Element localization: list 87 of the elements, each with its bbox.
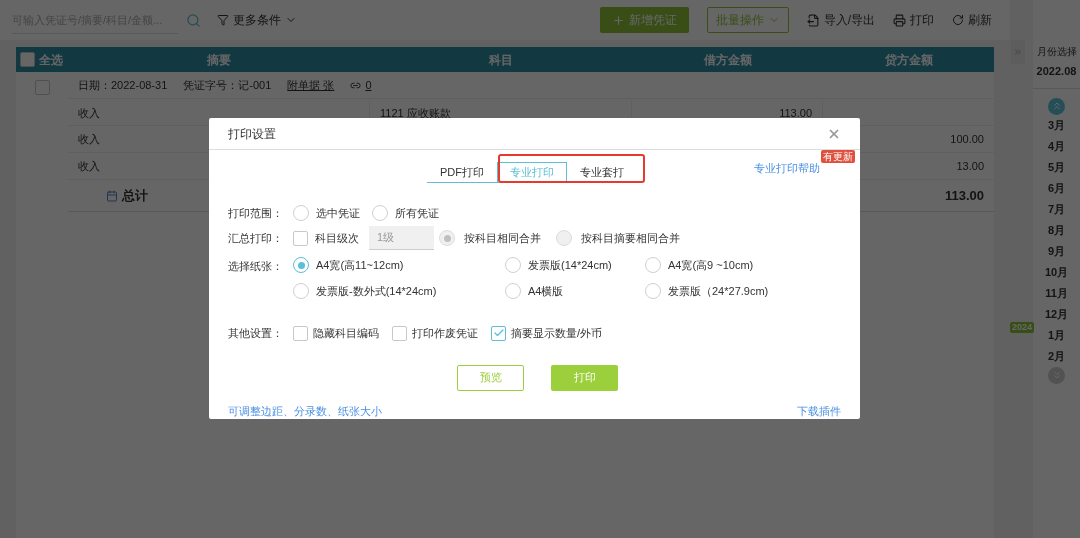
radio-button[interactable] xyxy=(293,205,309,221)
month-item[interactable]: 10月 xyxy=(1044,261,1069,283)
option-label: 摘要显示数量/外币 xyxy=(511,326,603,341)
help-link[interactable]: 专业打印帮助 xyxy=(754,160,820,177)
radio-button[interactable] xyxy=(505,282,521,299)
option-label: 隐藏科目编码 xyxy=(313,326,379,341)
radio-button[interactable] xyxy=(645,257,661,274)
option-label: 科目级次 xyxy=(315,230,359,246)
export-icon xyxy=(806,13,820,27)
option-label: A4横版 xyxy=(528,283,564,299)
option-label: 按科目相同合并 xyxy=(464,230,541,246)
checkbox[interactable] xyxy=(20,52,35,67)
field-label: 选择纸张： xyxy=(228,259,284,274)
option-label: A4宽(高9 ~10cm) xyxy=(668,258,754,273)
field-label: 汇总打印： xyxy=(228,230,284,246)
month-item[interactable]: 1月 xyxy=(1047,324,1066,346)
column-header: 科目 xyxy=(489,52,513,67)
total-credit: 113.00 xyxy=(944,187,984,203)
scroll-up-button[interactable] xyxy=(1048,97,1065,115)
option-label: 发票版(14*24cm) xyxy=(528,258,612,273)
field-label: 其他设置： xyxy=(228,326,284,341)
tab[interactable]: PDF打印 xyxy=(427,162,497,183)
import-export-button[interactable]: 导入/导出 xyxy=(806,11,875,29)
month-item[interactable]: 9月 xyxy=(1047,240,1066,262)
summary-cell-text: 收入 xyxy=(78,131,100,147)
filter-button[interactable]: 更多条件 xyxy=(217,11,297,29)
month-item[interactable]: 4月 xyxy=(1047,135,1066,157)
month-item[interactable]: 6月 xyxy=(1047,177,1066,199)
print-button[interactable]: 打印 xyxy=(893,11,934,29)
summary-cell-text: 收入 xyxy=(78,105,100,121)
account-cell-text: 1121 应收账款 xyxy=(380,105,451,121)
margins-link[interactable]: 可调整边距、分录数、纸张大小 xyxy=(228,402,382,419)
radio-button[interactable] xyxy=(293,282,309,299)
voucher-date: 日期：2022-08-31 xyxy=(78,77,168,93)
attachments-link[interactable]: 附单据 张 xyxy=(287,76,335,94)
link-count[interactable]: 0 xyxy=(365,76,372,94)
column-header: 贷方金额 xyxy=(884,52,933,67)
year-badge: 2024 xyxy=(1010,322,1035,333)
plus-icon xyxy=(611,13,625,27)
print-button[interactable]: 打印 xyxy=(551,364,618,391)
field-label: 打印范围： xyxy=(228,205,284,221)
month-item[interactable]: 3月 xyxy=(1047,114,1066,136)
option-label: 按科目摘要相同合并 xyxy=(581,230,680,246)
add-voucher-button[interactable]: 新增凭证 xyxy=(599,7,689,33)
radio-button[interactable] xyxy=(372,205,388,221)
option-label: 打印作废凭证 xyxy=(412,326,478,341)
batch-button[interactable]: 批量操作 xyxy=(706,7,789,33)
dialog-title: 打印设置 xyxy=(228,125,276,143)
option-label: 发票版（24*27.9cm) xyxy=(668,283,769,299)
select-all-label: 全选 xyxy=(39,51,63,69)
month-item[interactable]: 12月 xyxy=(1044,303,1069,325)
refresh-icon xyxy=(952,14,964,26)
month-panel-title: 月份选择 xyxy=(1036,45,1077,59)
total-label: 总计 xyxy=(122,186,148,205)
selected-month: 2022.08 xyxy=(1036,64,1077,79)
option-label: A4宽(高11~12cm) xyxy=(316,258,404,273)
column-header: 借方金额 xyxy=(703,52,752,67)
month-item[interactable]: 5月 xyxy=(1047,156,1066,178)
debit-cell-text: 113.00 xyxy=(779,105,812,121)
option-label: 所有凭证 xyxy=(395,205,439,221)
radio-button[interactable] xyxy=(645,282,661,299)
printer-icon xyxy=(893,13,906,27)
voucher-number: 凭证字号：记-001 xyxy=(183,77,272,93)
update-badge: 有更新 xyxy=(821,150,855,163)
refresh-button[interactable]: 刷新 xyxy=(952,11,992,29)
filter-icon xyxy=(217,14,229,26)
option-label: 选中凭证 xyxy=(316,205,360,221)
month-item[interactable]: 11月 xyxy=(1045,282,1068,304)
summary-cell-text: 收入 xyxy=(78,158,100,174)
credit-cell-text: 100.00 xyxy=(950,131,984,147)
radio-button[interactable] xyxy=(505,257,521,274)
month-item[interactable]: 7月 xyxy=(1047,198,1066,220)
credit-cell-text: 13.00 xyxy=(956,158,984,174)
option-label: 发票版-数外式(14*24cm) xyxy=(316,283,437,299)
preview-button[interactable]: 预览 xyxy=(457,364,524,391)
checkbox[interactable] xyxy=(293,230,308,246)
month-item[interactable]: 8月 xyxy=(1047,219,1066,241)
checkbox[interactable] xyxy=(491,325,506,341)
radio-button[interactable] xyxy=(293,257,309,274)
column-header: 摘要 xyxy=(207,52,231,67)
download-plugin-link[interactable]: 下载插件 xyxy=(797,402,841,419)
collapse-tab[interactable] xyxy=(1011,40,1025,64)
search-icon xyxy=(186,12,201,28)
checkbox[interactable] xyxy=(293,325,308,341)
month-item[interactable]: 2月 xyxy=(1047,345,1066,367)
checkbox[interactable] xyxy=(392,325,407,341)
calendar-icon xyxy=(106,189,118,202)
